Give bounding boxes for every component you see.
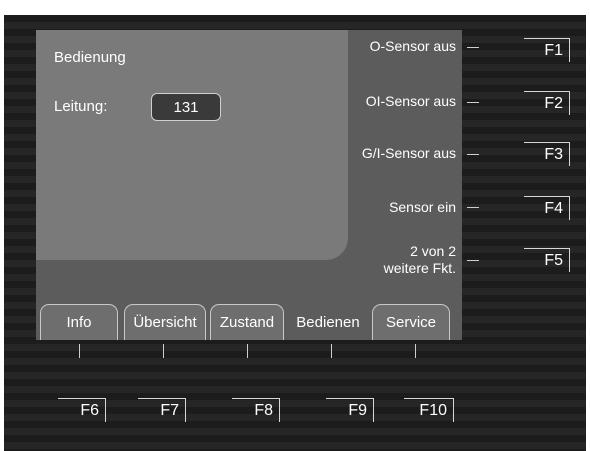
o-sensor-aus-label[interactable]: O-Sensor aus: [370, 38, 456, 55]
tab-zustand[interactable]: Zustand: [210, 304, 284, 340]
f1-key[interactable]: F1: [524, 38, 570, 62]
f6-key[interactable]: F6: [58, 398, 106, 422]
f9-key[interactable]: F9: [326, 398, 374, 422]
sensor-ein-label[interactable]: Sensor ein: [389, 199, 456, 216]
leitung-value-field[interactable]: 131: [151, 93, 221, 121]
f4-connector: [467, 207, 479, 208]
weitere-fkt-line1: 2 von 2: [410, 243, 456, 259]
f6-connector: [79, 344, 80, 358]
f7-connector: [163, 344, 164, 358]
f9-connector: [331, 344, 332, 358]
tab-bedienen[interactable]: Bedienen: [288, 304, 368, 340]
gi-sensor-aus-label[interactable]: G/I-Sensor aus: [362, 145, 456, 162]
tab-info[interactable]: Info: [40, 304, 118, 340]
f2-connector: [467, 102, 479, 103]
panel-title: Bedienung: [54, 49, 126, 66]
f4-key[interactable]: F4: [524, 196, 570, 220]
f10-connector: [415, 344, 416, 358]
oi-sensor-aus-label[interactable]: OI-Sensor aus: [366, 93, 456, 110]
f10-key[interactable]: F10: [404, 398, 454, 422]
tab-service[interactable]: Service: [372, 304, 450, 340]
weitere-fkt-line2: weitere Fkt.: [383, 260, 456, 276]
leitung-label: Leitung:: [54, 98, 108, 115]
f5-key[interactable]: F5: [524, 248, 570, 272]
f3-key[interactable]: F3: [524, 142, 570, 166]
weitere-fkt-label[interactable]: 2 von 2 weitere Fkt.: [384, 243, 456, 277]
tab-uebersicht[interactable]: Übersicht: [124, 304, 206, 340]
f8-key[interactable]: F8: [232, 398, 280, 422]
f5-connector: [467, 260, 479, 261]
f1-connector: [467, 47, 479, 48]
f7-key[interactable]: F7: [138, 398, 186, 422]
f8-connector: [247, 344, 248, 358]
f3-connector: [467, 154, 479, 155]
f2-key[interactable]: F2: [524, 91, 570, 115]
